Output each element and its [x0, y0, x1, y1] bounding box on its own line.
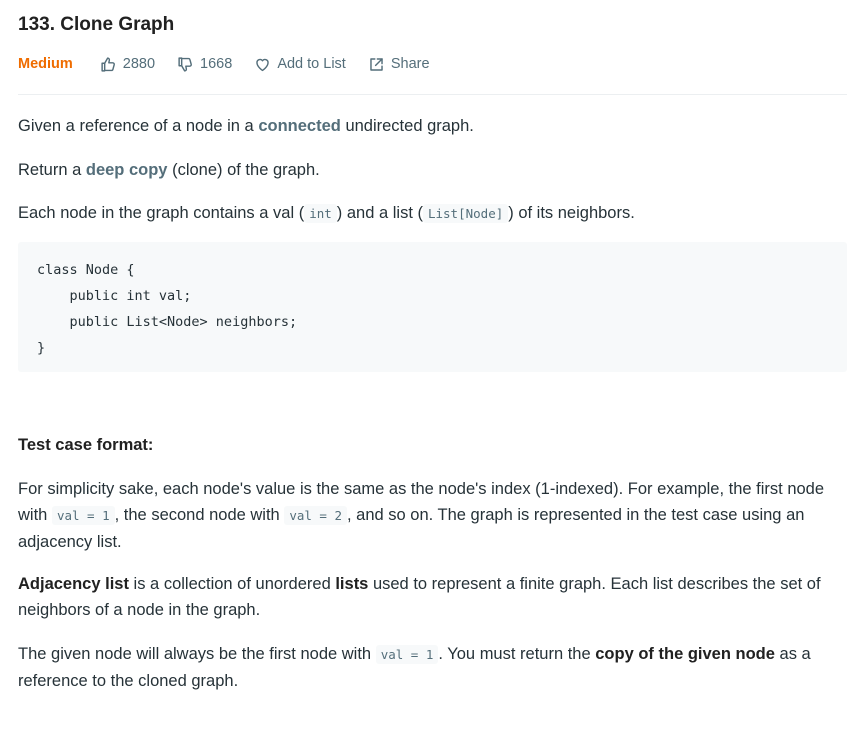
test-case-paragraph-2: Adjacency list is a collection of unorde… — [18, 575, 821, 619]
code-text: class Node { public int val; public List… — [37, 262, 298, 356]
problem-page: 133. Clone Graph Medium 2880 1668 Add to… — [0, 0, 859, 735]
difficulty-label: Medium — [18, 56, 73, 72]
share-button[interactable]: Share — [368, 56, 430, 73]
share-icon — [370, 57, 383, 71]
thumbs-down-icon — [178, 56, 193, 72]
test-case-paragraph-3: The given node will always be the first … — [18, 645, 811, 690]
inline-code-val-2: val = 2 — [284, 506, 348, 525]
bold-lists: lists — [335, 575, 369, 593]
header-divider — [18, 94, 847, 95]
description-paragraph-2: Return a deep copy (clone) of the graph. — [18, 161, 320, 179]
bold-copy-of-given-node: copy of the given node — [595, 645, 775, 663]
thumbs-up-icon — [101, 56, 115, 72]
keyword-connected: connected — [258, 117, 341, 135]
dislike-button[interactable]: 1668 — [177, 56, 232, 73]
dislike-count: 1668 — [200, 56, 233, 72]
add-to-list-label: Add to List — [277, 56, 346, 72]
keyword-deep-copy: deep copy — [85, 161, 168, 179]
problem-title: 133. Clone Graph — [18, 14, 175, 35]
share-label: Share — [390, 56, 430, 72]
description-paragraph-1: Given a reference of a node in a connect… — [18, 117, 474, 135]
problem-meta-bar: Medium 2880 1668 Add to List Share — [18, 52, 452, 76]
inline-code-val-1-again: val = 1 — [375, 645, 439, 664]
node-class-code-block: class Node { public int val; public List… — [18, 242, 847, 372]
description-paragraph-3: Each node in the graph contains a val (i… — [18, 204, 635, 223]
bold-adjacency-list: Adjacency list — [18, 575, 129, 593]
test-case-paragraph-1: For simplicity sake, each node's value i… — [18, 480, 825, 551]
like-button[interactable]: 2880 — [100, 56, 155, 73]
inline-code-list-node: List[Node] — [422, 204, 509, 223]
like-count: 2880 — [122, 56, 156, 72]
test-case-heading: Test case format: — [18, 436, 154, 454]
heart-icon — [256, 58, 270, 71]
inline-code-val-1: val = 1 — [51, 506, 115, 525]
add-to-list-button[interactable]: Add to List — [254, 56, 346, 73]
inline-code-int: int — [304, 204, 337, 223]
